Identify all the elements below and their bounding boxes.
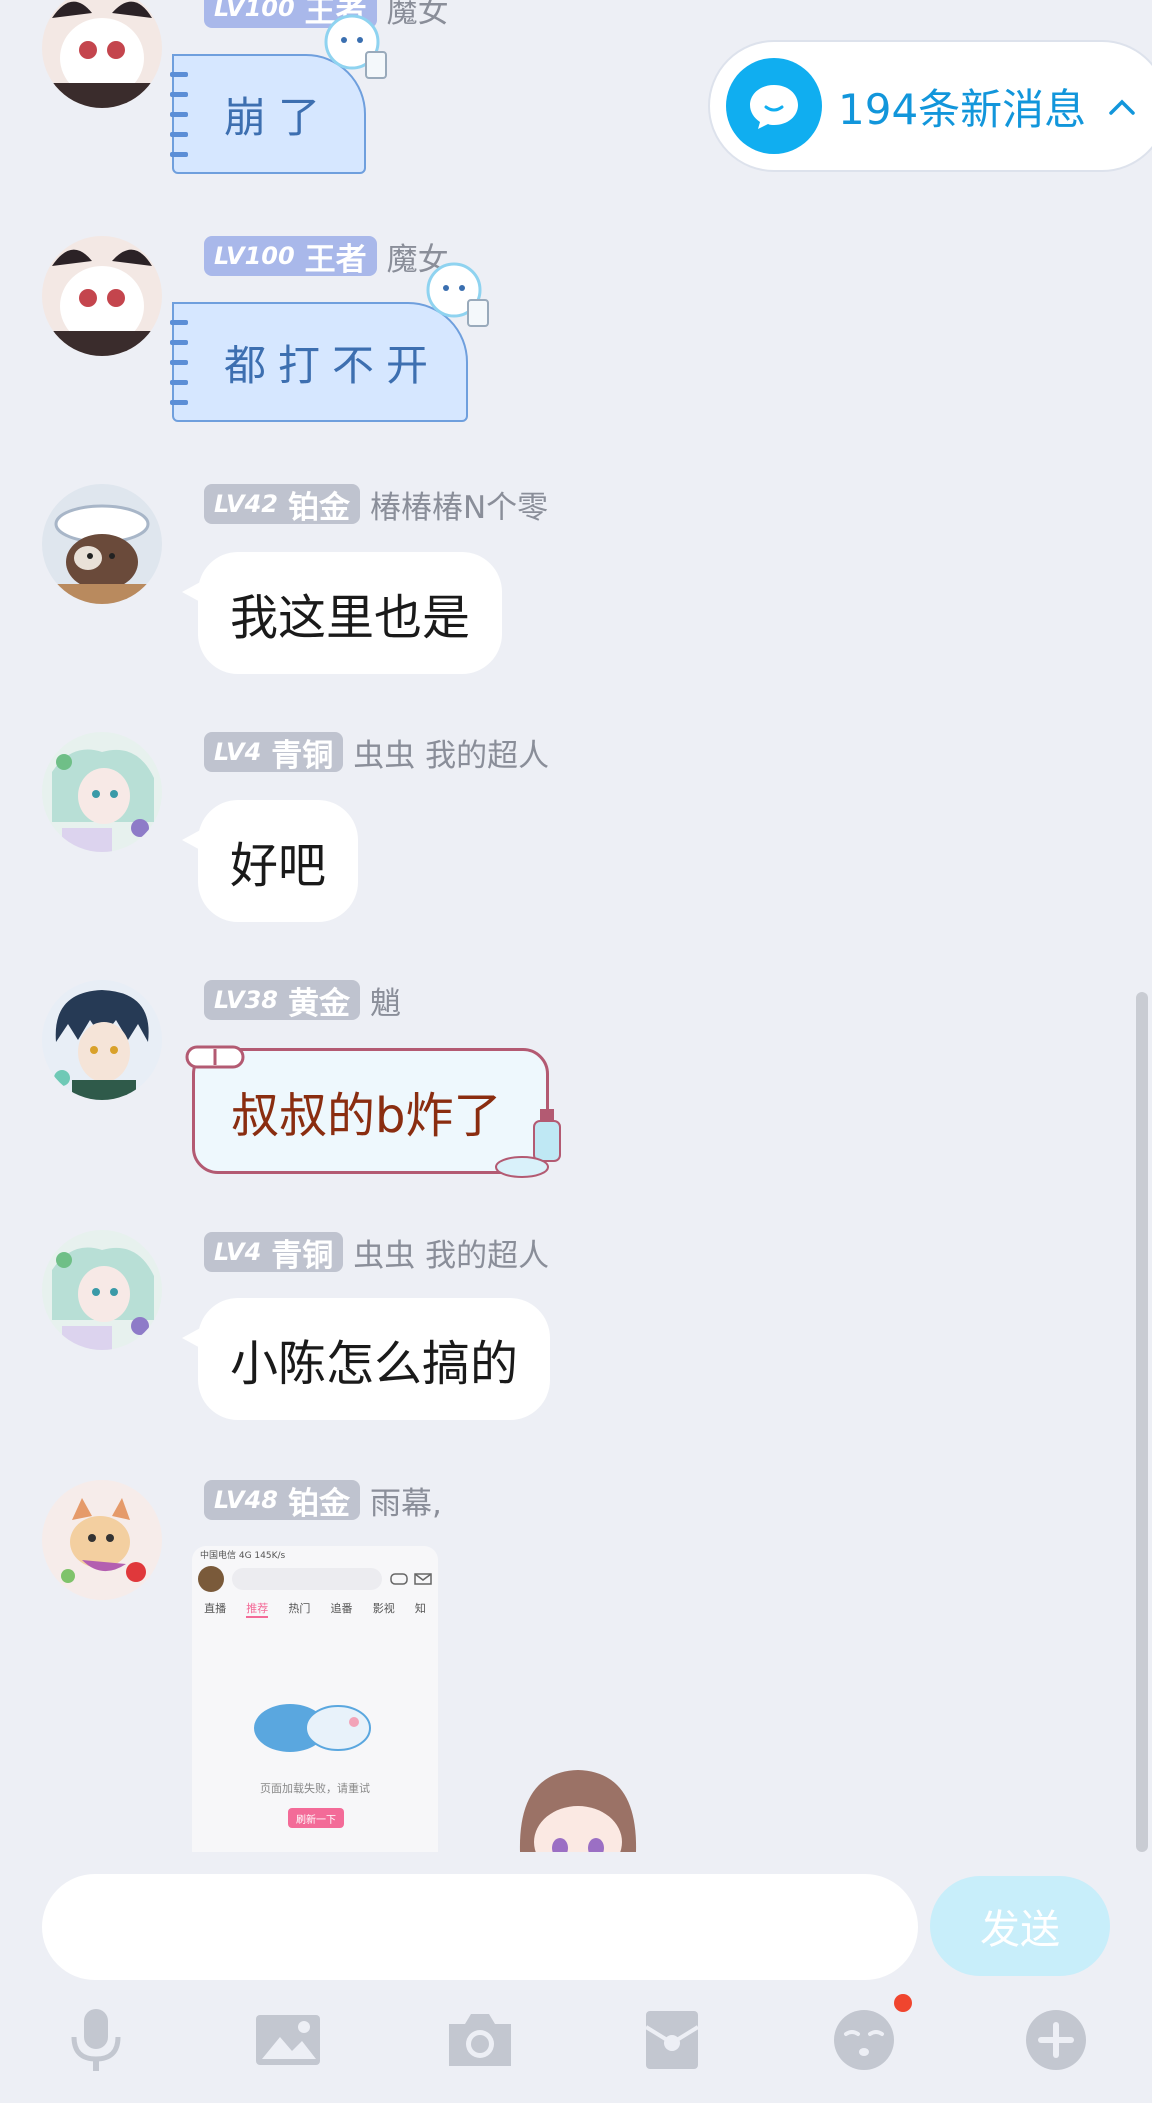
- notebook-rings-icon: [170, 320, 188, 405]
- sender-name[interactable]: 雨幕,: [370, 1478, 442, 1523]
- message-text: 崩了: [224, 92, 333, 142]
- send-button[interactable]: 发送: [930, 1876, 1110, 1976]
- message-input[interactable]: [42, 1874, 918, 1980]
- message-bubble[interactable]: 小陈怎么搞的: [182, 1298, 551, 1420]
- level-badge: LV4 青铜: [204, 732, 344, 774]
- level-badge: LV42 铂金: [204, 484, 360, 526]
- mascot-sticker-icon: [426, 262, 489, 327]
- message-text: 叔叔的b炸了: [231, 1088, 502, 1144]
- bottom-toolbar: [0, 1988, 1152, 2103]
- avatar[interactable]: [42, 1480, 162, 1600]
- peeking-girl-decoration: [519, 1770, 637, 1852]
- mascot-sticker-icon: [324, 14, 387, 79]
- chat-bubble-icon: [726, 58, 822, 154]
- message-bubble[interactable]: 好吧: [182, 800, 359, 922]
- screenshot-tab: 推荐: [246, 1600, 269, 1618]
- message-text: 我这里也是: [230, 590, 471, 646]
- message-text: 小陈怎么搞的: [230, 1336, 519, 1392]
- notebook-rings-icon: [170, 72, 188, 157]
- sender-name[interactable]: 虫虫 我的超人: [353, 1230, 549, 1275]
- new-messages-label: 194条新消息: [838, 84, 1087, 134]
- sender-name[interactable]: 魔女: [387, 0, 449, 31]
- screenshot-status-bar: 中国电信 4G 145K/s: [200, 1551, 286, 1561]
- goggles-sticker-icon: [185, 1045, 245, 1069]
- sender-meta: LV48 铂金 雨幕,: [204, 1478, 442, 1523]
- microphone-icon[interactable]: [56, 2000, 136, 2080]
- level-badge: LV48 铂金: [204, 1480, 360, 1522]
- chat-message-list[interactable]: LV100王者 魔女 崩了 LV100王者 魔女 都打不开 LV42铂金: [0, 0, 1152, 1852]
- screenshot-fail-text: 页面加载失败，请重试: [260, 1782, 370, 1795]
- message-text: 都打不开: [224, 340, 441, 390]
- message-text: 好吧: [230, 838, 327, 894]
- bubble-tail: [182, 580, 204, 604]
- screenshot-tab: 影视: [372, 1602, 395, 1615]
- message-bubble[interactable]: 崩了: [170, 14, 387, 174]
- new-messages-pill[interactable]: 194条新消息: [708, 40, 1152, 172]
- sender-name[interactable]: 虫虫 我的超人: [353, 730, 549, 775]
- level-badge: LV100 王者: [204, 236, 377, 278]
- screenshot-retry-button: 刷新一下: [288, 1808, 344, 1828]
- screenshot-game-icon: [390, 1573, 408, 1585]
- screenshot-tabs: 直播 推荐 热门 追番 影视 知: [192, 1596, 438, 1622]
- sender-name[interactable]: 椿椿椿N个零: [370, 482, 548, 527]
- screenshot-tab: 知: [414, 1602, 426, 1615]
- avatar[interactable]: [42, 980, 162, 1100]
- message-bubble[interactable]: 我这里也是: [182, 552, 503, 674]
- screenshot-tab: 直播: [204, 1602, 227, 1615]
- level-badge: LV38 黄金: [204, 980, 360, 1022]
- red-packet-icon[interactable]: [632, 2000, 712, 2080]
- avatar[interactable]: [42, 484, 162, 604]
- notification-dot: [894, 1994, 912, 2012]
- sender-meta: LV4 青铜 虫虫 我的超人: [204, 730, 549, 775]
- sleeping-mascot-illustration: [254, 1704, 371, 1752]
- avatar[interactable]: [42, 236, 162, 356]
- bubble-tail: [182, 828, 204, 852]
- message-bubble[interactable]: 都打不开: [170, 262, 489, 422]
- sender-name[interactable]: 魈: [370, 978, 401, 1023]
- image-message[interactable]: 中国电信 4G 145K/s 直播 推荐 热门 追番 影视 知 页面加载失败，请…: [192, 1546, 438, 1852]
- chevron-up-icon: [1108, 89, 1136, 124]
- avatar[interactable]: [42, 1230, 162, 1350]
- sender-meta: LV100 王者 魔女: [204, 236, 449, 278]
- soap-bottle-icon: [495, 1109, 561, 1178]
- sender-meta: LV38 黄金 魈: [204, 978, 401, 1023]
- avatar[interactable]: [42, 0, 162, 108]
- avatar[interactable]: [42, 732, 162, 852]
- plus-icon[interactable]: [1016, 2000, 1096, 2080]
- screenshot-avatar: [198, 1566, 224, 1592]
- sender-meta: LV4 青铜 虫虫 我的超人: [204, 1230, 549, 1275]
- screenshot-tab: 热门: [288, 1602, 311, 1615]
- emoji-icon[interactable]: [824, 1994, 912, 2080]
- screenshot-mail-icon: [414, 1573, 432, 1585]
- composer: 发送: [0, 1852, 1152, 1988]
- scrollbar[interactable]: [1136, 992, 1148, 1852]
- screenshot-search: [232, 1568, 382, 1590]
- sender-meta: LV42 铂金 椿椿椿N个零: [204, 482, 548, 527]
- level-badge: LV4 青铜: [204, 1232, 344, 1274]
- camera-icon[interactable]: [440, 2000, 520, 2080]
- screenshot-tab: 追番: [330, 1602, 353, 1615]
- message-bubble[interactable]: 叔叔的b炸了: [185, 1045, 561, 1178]
- screenshot-header: [192, 1562, 438, 1596]
- image-icon[interactable]: [248, 2000, 328, 2080]
- bubble-tail: [182, 1326, 204, 1350]
